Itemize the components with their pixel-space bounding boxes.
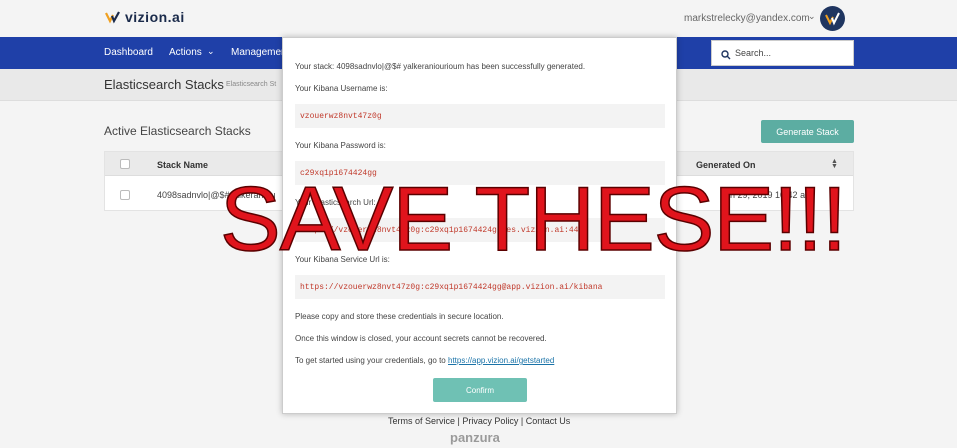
- breadcrumb-item[interactable]: Elasticsearch St: [226, 81, 276, 88]
- column-stack-name[interactable]: Stack Name: [157, 160, 208, 170]
- secrets-warning-note: Once this window is closed, your account…: [295, 334, 547, 343]
- get-started-text: To get started using your credentials, g…: [295, 356, 446, 365]
- select-all-checkbox[interactable]: [120, 159, 130, 169]
- logo-text: vizion.ai: [125, 9, 185, 25]
- sort-icon[interactable]: ▲ ▼: [831, 158, 838, 170]
- avatar[interactable]: [820, 6, 845, 31]
- get-started-note: To get started using your credentials, g…: [295, 356, 554, 365]
- stack-generated-message: Your stack: 4098sadnvlo|@$# yalkeraniour…: [295, 62, 586, 71]
- chevron-down-icon[interactable]: ⌄: [207, 46, 215, 57]
- vizion-logo[interactable]: vizion.ai: [105, 9, 185, 25]
- search-input[interactable]: Search...: [711, 40, 854, 66]
- search-icon: [721, 47, 731, 65]
- search-placeholder: Search...: [735, 48, 772, 58]
- username-label: Your Kibana Username is:: [295, 84, 388, 93]
- nav-actions[interactable]: Actions: [169, 47, 202, 58]
- logo-mark-icon: [105, 10, 121, 24]
- chevron-down-icon[interactable]: ⌄: [808, 11, 816, 22]
- page-title: Elasticsearch Stacks: [104, 77, 224, 92]
- nav-management[interactable]: Managemen: [231, 47, 287, 58]
- kibana-service-url-field[interactable]: https://vzouerwz8nvt47z0g:c29xq1p1674424…: [295, 275, 665, 299]
- kibana-username-field[interactable]: vzouerwz8nvt47z0g: [295, 104, 665, 128]
- footer-links[interactable]: Terms of Service | Privacy Policy | Cont…: [388, 416, 570, 426]
- confirm-button[interactable]: Confirm: [433, 378, 527, 402]
- generate-stack-button[interactable]: Generate Stack: [761, 120, 854, 143]
- store-credentials-note: Please copy and store these credentials …: [295, 312, 504, 321]
- row-checkbox[interactable]: [120, 190, 130, 200]
- user-email[interactable]: markstrelecky@yandex.com: [684, 13, 810, 24]
- panzura-logo: panzura: [450, 430, 500, 445]
- save-these-overlay: SAVE THESE!!!: [219, 169, 847, 270]
- password-label: Your Kibana Password is:: [295, 141, 386, 150]
- get-started-link[interactable]: https://app.vizion.ai/getstarted: [448, 356, 554, 365]
- nav-dashboard[interactable]: Dashboard: [104, 47, 153, 58]
- section-title: Active Elasticsearch Stacks: [104, 124, 251, 138]
